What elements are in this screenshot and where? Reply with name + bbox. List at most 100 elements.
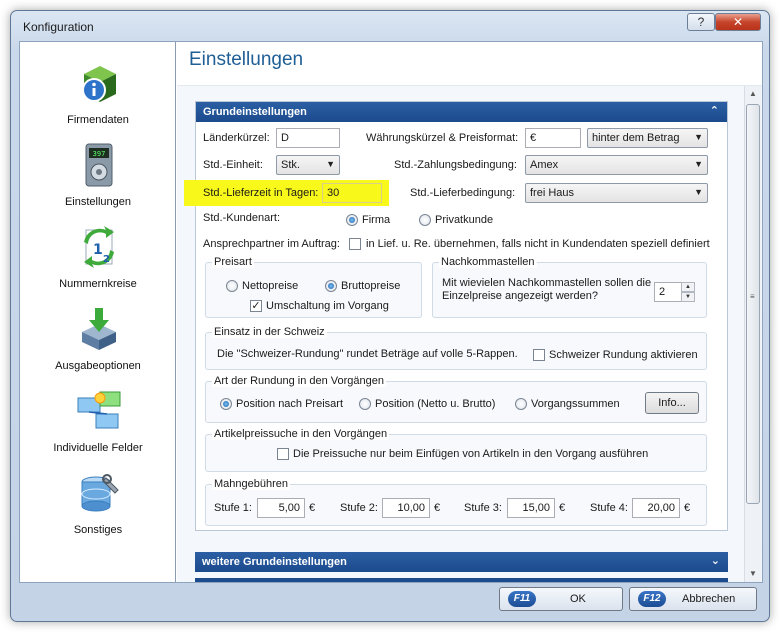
- ok-button[interactable]: F11 OK: [499, 587, 623, 611]
- nachkomma-title: Nachkommastellen: [439, 256, 537, 268]
- window-title: Konfiguration: [23, 20, 94, 34]
- scroll-thumb[interactable]: ≡: [746, 104, 760, 504]
- sidebar-item-label: Nummernkreise: [59, 278, 137, 290]
- info-button[interactable]: Info...: [645, 392, 699, 414]
- mahn-currency: €: [434, 502, 441, 514]
- zahlung-value: Amex: [530, 159, 559, 171]
- rundung-title: Art der Rundung in den Vorgängen: [212, 375, 387, 387]
- rundung-position-netto-brutto-radio[interactable]: [359, 398, 371, 410]
- umschaltung-checkbox[interactable]: ✓: [250, 300, 262, 312]
- kundenart-firma-radio[interactable]: [346, 214, 358, 226]
- close-button[interactable]: ✕: [715, 13, 761, 31]
- f11-key-icon: F11: [508, 591, 536, 607]
- preisformat-value: hinter dem Betrag: [592, 132, 680, 144]
- next-panel-edge: [195, 578, 728, 582]
- rundung-vorgangssummen-radio[interactable]: [515, 398, 527, 410]
- laenderkuerzel-input[interactable]: D: [276, 128, 340, 148]
- mahn-title: Mahngebühren: [212, 478, 291, 490]
- help-button[interactable]: ?: [687, 13, 715, 31]
- nettopreise-label: Nettopreise: [242, 280, 299, 292]
- preissuche-checkbox[interactable]: [277, 448, 289, 460]
- output-icon: [82, 308, 116, 350]
- sidebar: Firmendaten 397 Einstellungen 1 2 Nummer…: [20, 42, 176, 582]
- title-bar: Konfiguration ? ✕: [11, 11, 769, 41]
- lieferzeit-label: Std.-Lieferzeit in Tagen:: [203, 187, 319, 199]
- expand-down-icon[interactable]: ⌄: [711, 554, 720, 567]
- mahn-stufe-label: Stufe 1:: [214, 502, 252, 514]
- rundung-position-preisart-radio[interactable]: [220, 398, 232, 410]
- bruttopreise-radio[interactable]: [325, 280, 337, 292]
- sidebar-item-label: Firmendaten: [67, 114, 129, 126]
- schweizer-rundung-label: Schweizer Rundung aktivieren: [549, 349, 698, 361]
- nettopreise-radio[interactable]: [226, 280, 238, 292]
- database-tools-icon: [81, 474, 119, 512]
- cancel-label: Abbrechen: [682, 593, 736, 605]
- lieferbedingung-value: frei Haus: [530, 187, 575, 199]
- svg-text:1: 1: [93, 242, 103, 258]
- content-header: Einstellungen: [177, 42, 762, 86]
- numbering-icon: 1 2: [84, 226, 114, 268]
- sidebar-item-label: Einstellungen: [64, 196, 132, 208]
- mahn-currency: €: [559, 502, 566, 514]
- scroll-up-icon[interactable]: ▲: [745, 86, 761, 102]
- lieferbedingung-select[interactable]: frei Haus ▼: [525, 183, 708, 203]
- device-settings-icon: 397: [85, 143, 113, 187]
- mahn-stufe-label: Stufe 2:: [340, 502, 378, 514]
- lieferzeit-input[interactable]: 30: [322, 183, 382, 203]
- waehrung-label: Währungskürzel & Preisformat:: [366, 132, 519, 144]
- schweizer-rundung-checkbox[interactable]: [533, 349, 545, 361]
- sidebar-item-label: Individuelle Felder: [53, 442, 143, 454]
- configuration-window: Konfiguration ? ✕ Firmendaten 397 Einste…: [10, 10, 770, 622]
- client-area: Firmendaten 397 Einstellungen 1 2 Nummer…: [19, 41, 763, 583]
- info-cube-icon: [82, 66, 116, 102]
- schweiz-title: Einsatz in der Schweiz: [212, 326, 327, 338]
- settings-content: Einstellungen Grundeinstellungen ⌃ Lände…: [177, 42, 762, 582]
- sidebar-item-ausgabeoptionen[interactable]: Ausgabeoptionen: [20, 306, 176, 388]
- sidebar-item-individuelle-felder[interactable]: Individuelle Felder: [20, 388, 176, 470]
- zahlung-select[interactable]: Amex ▼: [525, 155, 708, 175]
- ok-label: OK: [570, 593, 586, 605]
- mahn-stufe-label: Stufe 3:: [464, 502, 502, 514]
- nachkomma-spinner: ▲ ▼: [681, 282, 695, 302]
- sidebar-item-label: Ausgabeoptionen: [55, 360, 141, 372]
- umschaltung-label: Umschaltung im Vorgang: [266, 300, 389, 312]
- collapse-up-icon[interactable]: ⌃: [710, 104, 719, 117]
- ansprechpartner-check-label: in Lief. u. Re. übernehmen, falls nicht …: [366, 238, 710, 250]
- weitere-grundeinstellungen-header[interactable]: weitere Grundeinstellungen ⌄: [195, 552, 728, 572]
- sidebar-item-nummernkreise[interactable]: 1 2 Nummernkreise: [20, 224, 176, 306]
- f12-key-icon: F12: [638, 591, 666, 607]
- grundeinstellungen-header[interactable]: Grundeinstellungen ⌃: [196, 102, 727, 122]
- sidebar-item-sonstiges[interactable]: Sonstiges: [20, 470, 176, 552]
- mahn-stufe-2-input[interactable]: 10,00: [382, 498, 430, 518]
- mahn-stufe-1-input[interactable]: 5,00: [257, 498, 305, 518]
- dropdown-arrow-icon: ▼: [326, 159, 335, 169]
- grundeinstellungen-panel: Grundeinstellungen ⌃ Länderkürzel: D Wäh…: [184, 101, 728, 531]
- einheit-value: Stk.: [281, 159, 300, 171]
- mahn-currency: €: [309, 502, 316, 514]
- dropdown-arrow-icon: ▼: [694, 132, 703, 142]
- schweiz-text: Die "Schweizer-Rundung" rundet Beträge a…: [217, 348, 518, 360]
- preisformat-select[interactable]: hinter dem Betrag ▼: [587, 128, 708, 148]
- vertical-scrollbar[interactable]: ▲ ≡ ▼: [744, 86, 761, 582]
- cancel-button[interactable]: F12 Abbrechen: [629, 587, 757, 611]
- einheit-select[interactable]: Stk. ▼: [276, 155, 340, 175]
- panel-title: weitere Grundeinstellungen: [202, 556, 347, 568]
- rundung-vorgangssummen-label: Vorgangssummen: [531, 398, 620, 410]
- kundenart-privat-radio[interactable]: [419, 214, 431, 226]
- grip-icon: ≡: [750, 292, 755, 301]
- custom-fields-icon: [77, 391, 121, 429]
- spin-up-icon[interactable]: ▲: [681, 282, 695, 292]
- sidebar-item-einstellungen[interactable]: 397 Einstellungen: [20, 142, 176, 224]
- scroll-down-icon[interactable]: ▼: [745, 566, 761, 582]
- sidebar-item-firmendaten[interactable]: Firmendaten: [20, 60, 176, 142]
- mahn-stufe-4-input[interactable]: 20,00: [632, 498, 680, 518]
- spin-down-icon[interactable]: ▼: [681, 292, 695, 302]
- sidebar-item-label: Sonstiges: [73, 524, 123, 536]
- page-title: Einstellungen: [189, 49, 304, 70]
- panel-title: Grundeinstellungen: [203, 106, 307, 118]
- mahn-stufe-3-input[interactable]: 15,00: [507, 498, 555, 518]
- rundung-position-netto-brutto-label: Position (Netto u. Brutto): [375, 398, 496, 410]
- nachkomma-question: Mit wievielen Nachkommastellen sollen di…: [442, 277, 652, 302]
- ansprechpartner-checkbox[interactable]: [349, 238, 361, 250]
- waehrung-input[interactable]: €: [525, 128, 581, 148]
